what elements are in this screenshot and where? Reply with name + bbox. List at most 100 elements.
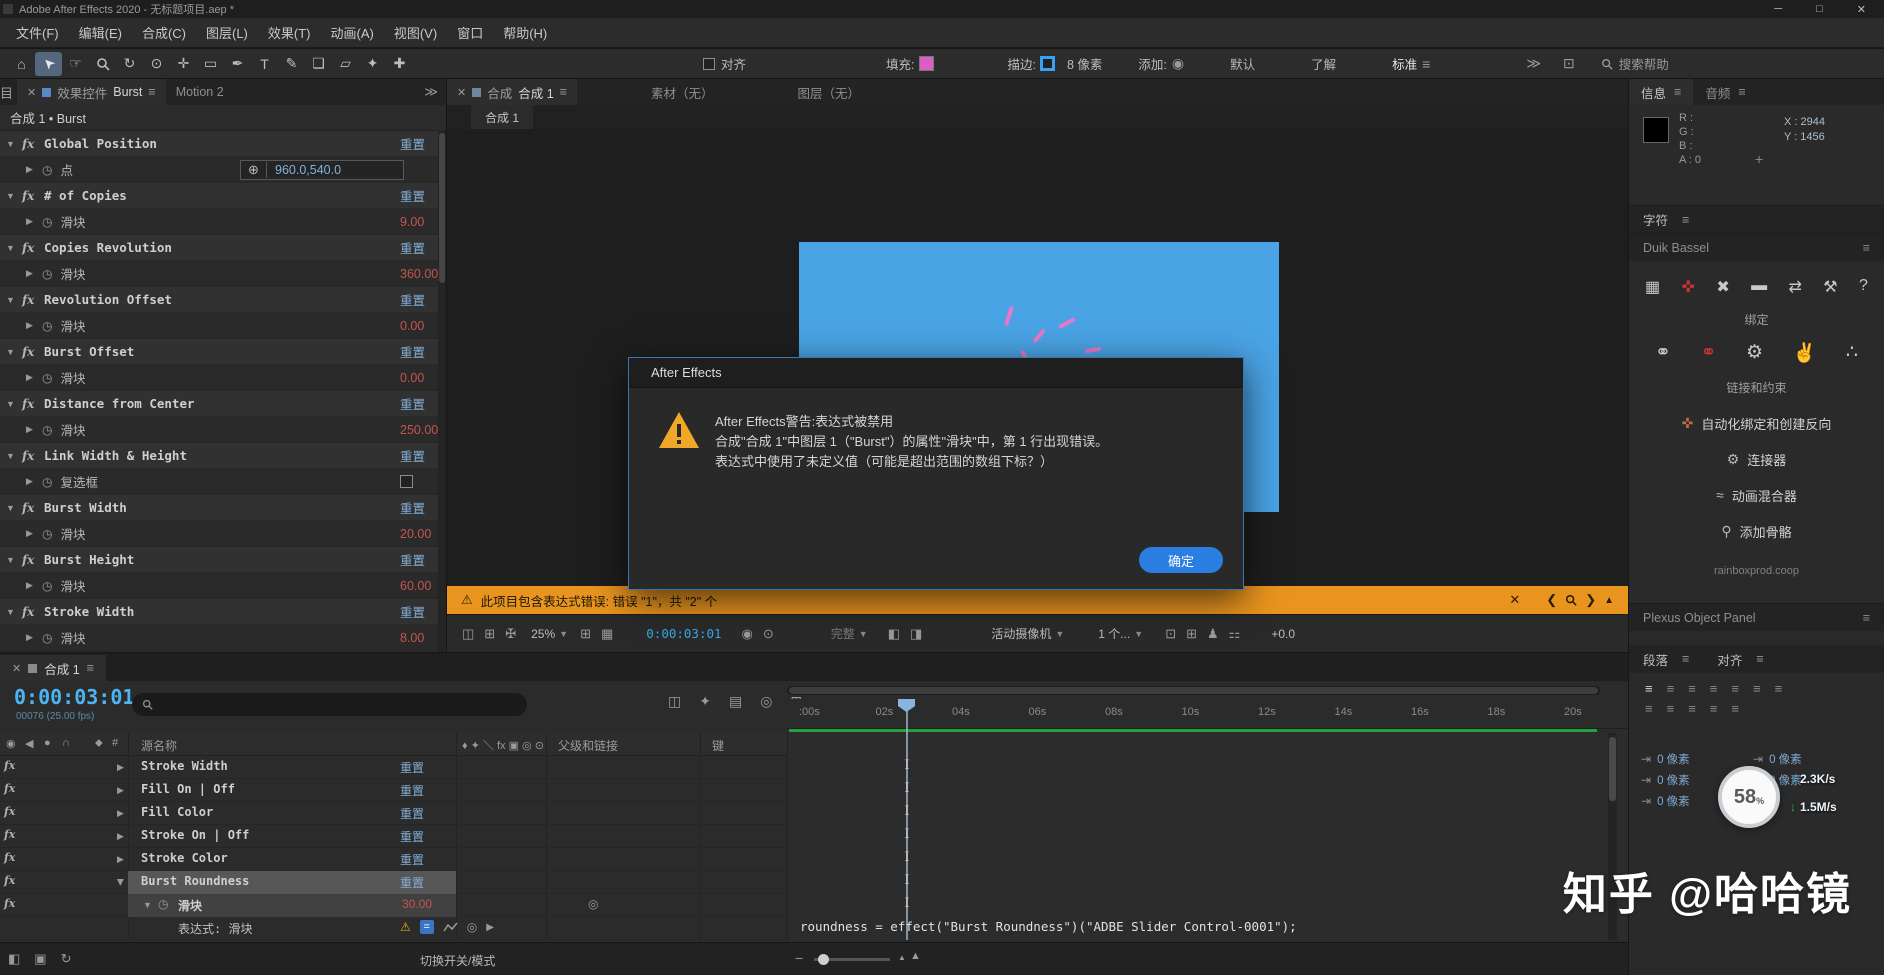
menu-item[interactable]: 文件(F) xyxy=(6,23,69,42)
align-h-center-icon[interactable]: ≡ xyxy=(1667,701,1675,716)
lock-column-icon[interactable]: ∩ xyxy=(62,737,70,749)
reset-link[interactable]: 重置 xyxy=(400,851,424,868)
mask-visibility-icon[interactable]: ▦ xyxy=(601,626,613,642)
guides-icon[interactable]: ✠ xyxy=(505,626,516,642)
hand-icon[interactable]: ✌ xyxy=(1793,341,1817,365)
zoom-out-icon[interactable]: − xyxy=(795,950,803,966)
stopwatch-icon[interactable]: ◷ xyxy=(42,267,52,281)
checkbox[interactable] xyxy=(400,475,413,488)
chevron-down-icon[interactable]: ▼ xyxy=(6,191,22,201)
number-column-label[interactable]: # xyxy=(112,737,118,749)
magnification-icon[interactable]: ⊞ xyxy=(484,626,495,642)
chevron-down-icon[interactable]: ▼ xyxy=(6,295,22,305)
stopwatch-icon[interactable]: ◷ xyxy=(42,579,52,593)
time-navigator[interactable] xyxy=(787,686,1600,695)
tab-effect-controls[interactable]: ✕ 效果控件 Burst ≡ xyxy=(17,79,166,105)
duik-footer-link[interactable]: rainboxprod.coop xyxy=(1629,565,1884,577)
snap-checkbox[interactable] xyxy=(703,57,715,70)
workspace-learn[interactable]: 了解 xyxy=(1311,54,1336,73)
fast-previews-icon[interactable]: ⊞ xyxy=(1186,626,1197,642)
expand-layers-icon[interactable]: ◧ xyxy=(8,951,20,967)
justify-last-right-icon[interactable]: ≡ xyxy=(1753,681,1761,696)
reset-link[interactable]: 重置 xyxy=(400,290,425,309)
stopwatch-icon[interactable]: ◷ xyxy=(42,215,52,229)
clone-stamp-tool-icon[interactable]: ❏ xyxy=(305,52,332,76)
constraint-icon[interactable]: ⚭ xyxy=(1701,341,1717,365)
chevron-down-icon[interactable]: ▼ xyxy=(6,555,22,565)
close-icon[interactable]: ✕ xyxy=(1509,592,1520,608)
effect-header-row[interactable]: ▼ fx # of Copies 重置 xyxy=(0,183,438,209)
controller-icon[interactable]: ✖ xyxy=(1716,277,1729,297)
camera-tool-icon[interactable]: ⊙ xyxy=(143,52,170,76)
expression-code[interactable]: roundness = effect("Burst Roundness")("A… xyxy=(800,919,1297,934)
snapshot-icon[interactable]: ◉ xyxy=(742,626,753,642)
timeline-row[interactable]: fx ▶ Stroke Width 重置 xyxy=(0,756,787,779)
chevron-right-icon[interactable]: ▶ xyxy=(117,831,124,842)
panel-menu-icon[interactable]: ≡ xyxy=(1682,652,1689,666)
indent-value[interactable]: 0 像素 xyxy=(1657,793,1690,809)
param-value[interactable]: 9.00 xyxy=(400,215,424,229)
effect-param-row[interactable]: ▶ ◷ 点 960.0,540.0 ⊕ 960.0,540.0 xyxy=(0,157,438,183)
resolution-dropdown[interactable]: 完整 ▼ xyxy=(831,625,868,642)
zoom-in-large-icon[interactable]: ▲ xyxy=(910,950,921,962)
grid-icon[interactable]: ⊞ xyxy=(580,626,591,642)
roto-brush-tool-icon[interactable]: ✦ xyxy=(359,52,386,76)
tab-info[interactable]: 信息 ≡ xyxy=(1629,79,1694,105)
param-value[interactable]: 0.00 xyxy=(400,319,424,333)
stopwatch-icon[interactable]: ◷ xyxy=(42,527,52,541)
indent-field[interactable]: ⇥ 0 像素 xyxy=(1753,751,1865,767)
chevron-right-icon[interactable]: ▶ xyxy=(26,580,42,591)
reset-link[interactable]: 重置 xyxy=(400,238,425,257)
effect-header-row[interactable]: ▼ fx Distance from Center 重置 xyxy=(0,391,438,417)
render-queue-icon[interactable]: ▣ xyxy=(34,951,46,967)
pixel-aspect-icon[interactable]: ⊡ xyxy=(1165,626,1176,642)
timeline-row[interactable]: fx ▶ Burst Roundness 重置 xyxy=(0,871,787,894)
timeline-row[interactable]: fx ▶ Stroke Color 重置 xyxy=(0,848,787,871)
param-value[interactable]: 20.00 xyxy=(400,527,431,541)
source-name-column[interactable]: 源名称 xyxy=(141,737,177,754)
fill-color-swatch[interactable] xyxy=(918,56,934,71)
reset-link[interactable]: 重置 xyxy=(400,186,425,205)
tab-motion2[interactable]: Motion 2 xyxy=(166,79,234,105)
toggle-switches-label[interactable]: 切换开关/模式 xyxy=(420,952,495,969)
timeline-row-slider[interactable]: fx ▼ ◷ 滑块 30.00 ◎ xyxy=(0,894,787,917)
help-icon[interactable]: ? xyxy=(1859,277,1868,297)
chevron-down-icon[interactable]: ▼ xyxy=(6,607,22,617)
tab-layer[interactable]: 图层（无） xyxy=(787,79,870,105)
pan-behind-tool-icon[interactable]: ✛ xyxy=(170,52,197,76)
indent-value[interactable]: 0 像素 xyxy=(1657,772,1690,788)
param-value[interactable]: 0.00 xyxy=(400,371,424,385)
chevron-down-icon[interactable]: ▼ xyxy=(6,503,22,513)
chevron-right-icon[interactable]: ▶ xyxy=(26,476,42,487)
chevron-down-icon[interactable]: ▼ xyxy=(143,900,152,910)
effect-param-row[interactable]: ▶ ◷ 滑块 0.00 ⊕ 0.00 xyxy=(0,365,438,391)
always-preview-icon[interactable]: ◫ xyxy=(462,626,474,642)
zoom-dropdown[interactable]: 25% ▼ xyxy=(531,627,568,641)
stopwatch-icon[interactable]: ◷ xyxy=(42,319,52,333)
previous-error-icon[interactable]: ❮ xyxy=(1546,592,1557,608)
duik-panel-header[interactable]: Duik Bassel ≡ xyxy=(1629,233,1884,261)
duik-add-bones-button[interactable]: ⚲ 添加骨骼 xyxy=(1629,517,1884,545)
maximize-button[interactable]: □ xyxy=(1816,3,1823,16)
tab-footage[interactable]: 素材（无） xyxy=(641,79,724,105)
share-icon[interactable]: ⊡ xyxy=(1563,55,1575,72)
align-center-icon[interactable]: ≡ xyxy=(1667,681,1675,696)
effect-header-row[interactable]: ▼ fx Link Width & Height 重置 xyxy=(0,443,438,469)
effect-param-row[interactable]: ▶ ◷ 滑块 20.00 ⊕ 20.00 xyxy=(0,521,438,547)
menu-item[interactable]: 窗口 xyxy=(447,23,493,42)
reset-link[interactable]: 重置 xyxy=(400,394,425,413)
link-icon[interactable]: ⚭ xyxy=(1655,341,1671,365)
expression-pick-whip-icon[interactable]: ◎ xyxy=(467,920,477,934)
stroke-color-swatch[interactable] xyxy=(1039,56,1055,71)
panel-menu-icon[interactable]: ≡ xyxy=(1738,85,1745,99)
stopwatch-icon[interactable]: ◷ xyxy=(42,631,52,645)
text-tool-icon[interactable]: T xyxy=(251,52,278,76)
brush-tool-icon[interactable]: ✎ xyxy=(278,52,305,76)
chevron-down-icon[interactable]: ▼ xyxy=(6,139,22,149)
search-help-box[interactable]: 搜索帮助 xyxy=(1601,54,1669,73)
fill-label[interactable]: 填充: xyxy=(886,54,914,73)
shape-tool-icon[interactable]: ▭ xyxy=(197,52,224,76)
rotate-tool-icon[interactable]: ↻ xyxy=(116,52,143,76)
view-layout-dropdown[interactable]: 1 个... ▼ xyxy=(1098,625,1143,642)
stopwatch-icon[interactable]: ◷ xyxy=(42,371,52,385)
